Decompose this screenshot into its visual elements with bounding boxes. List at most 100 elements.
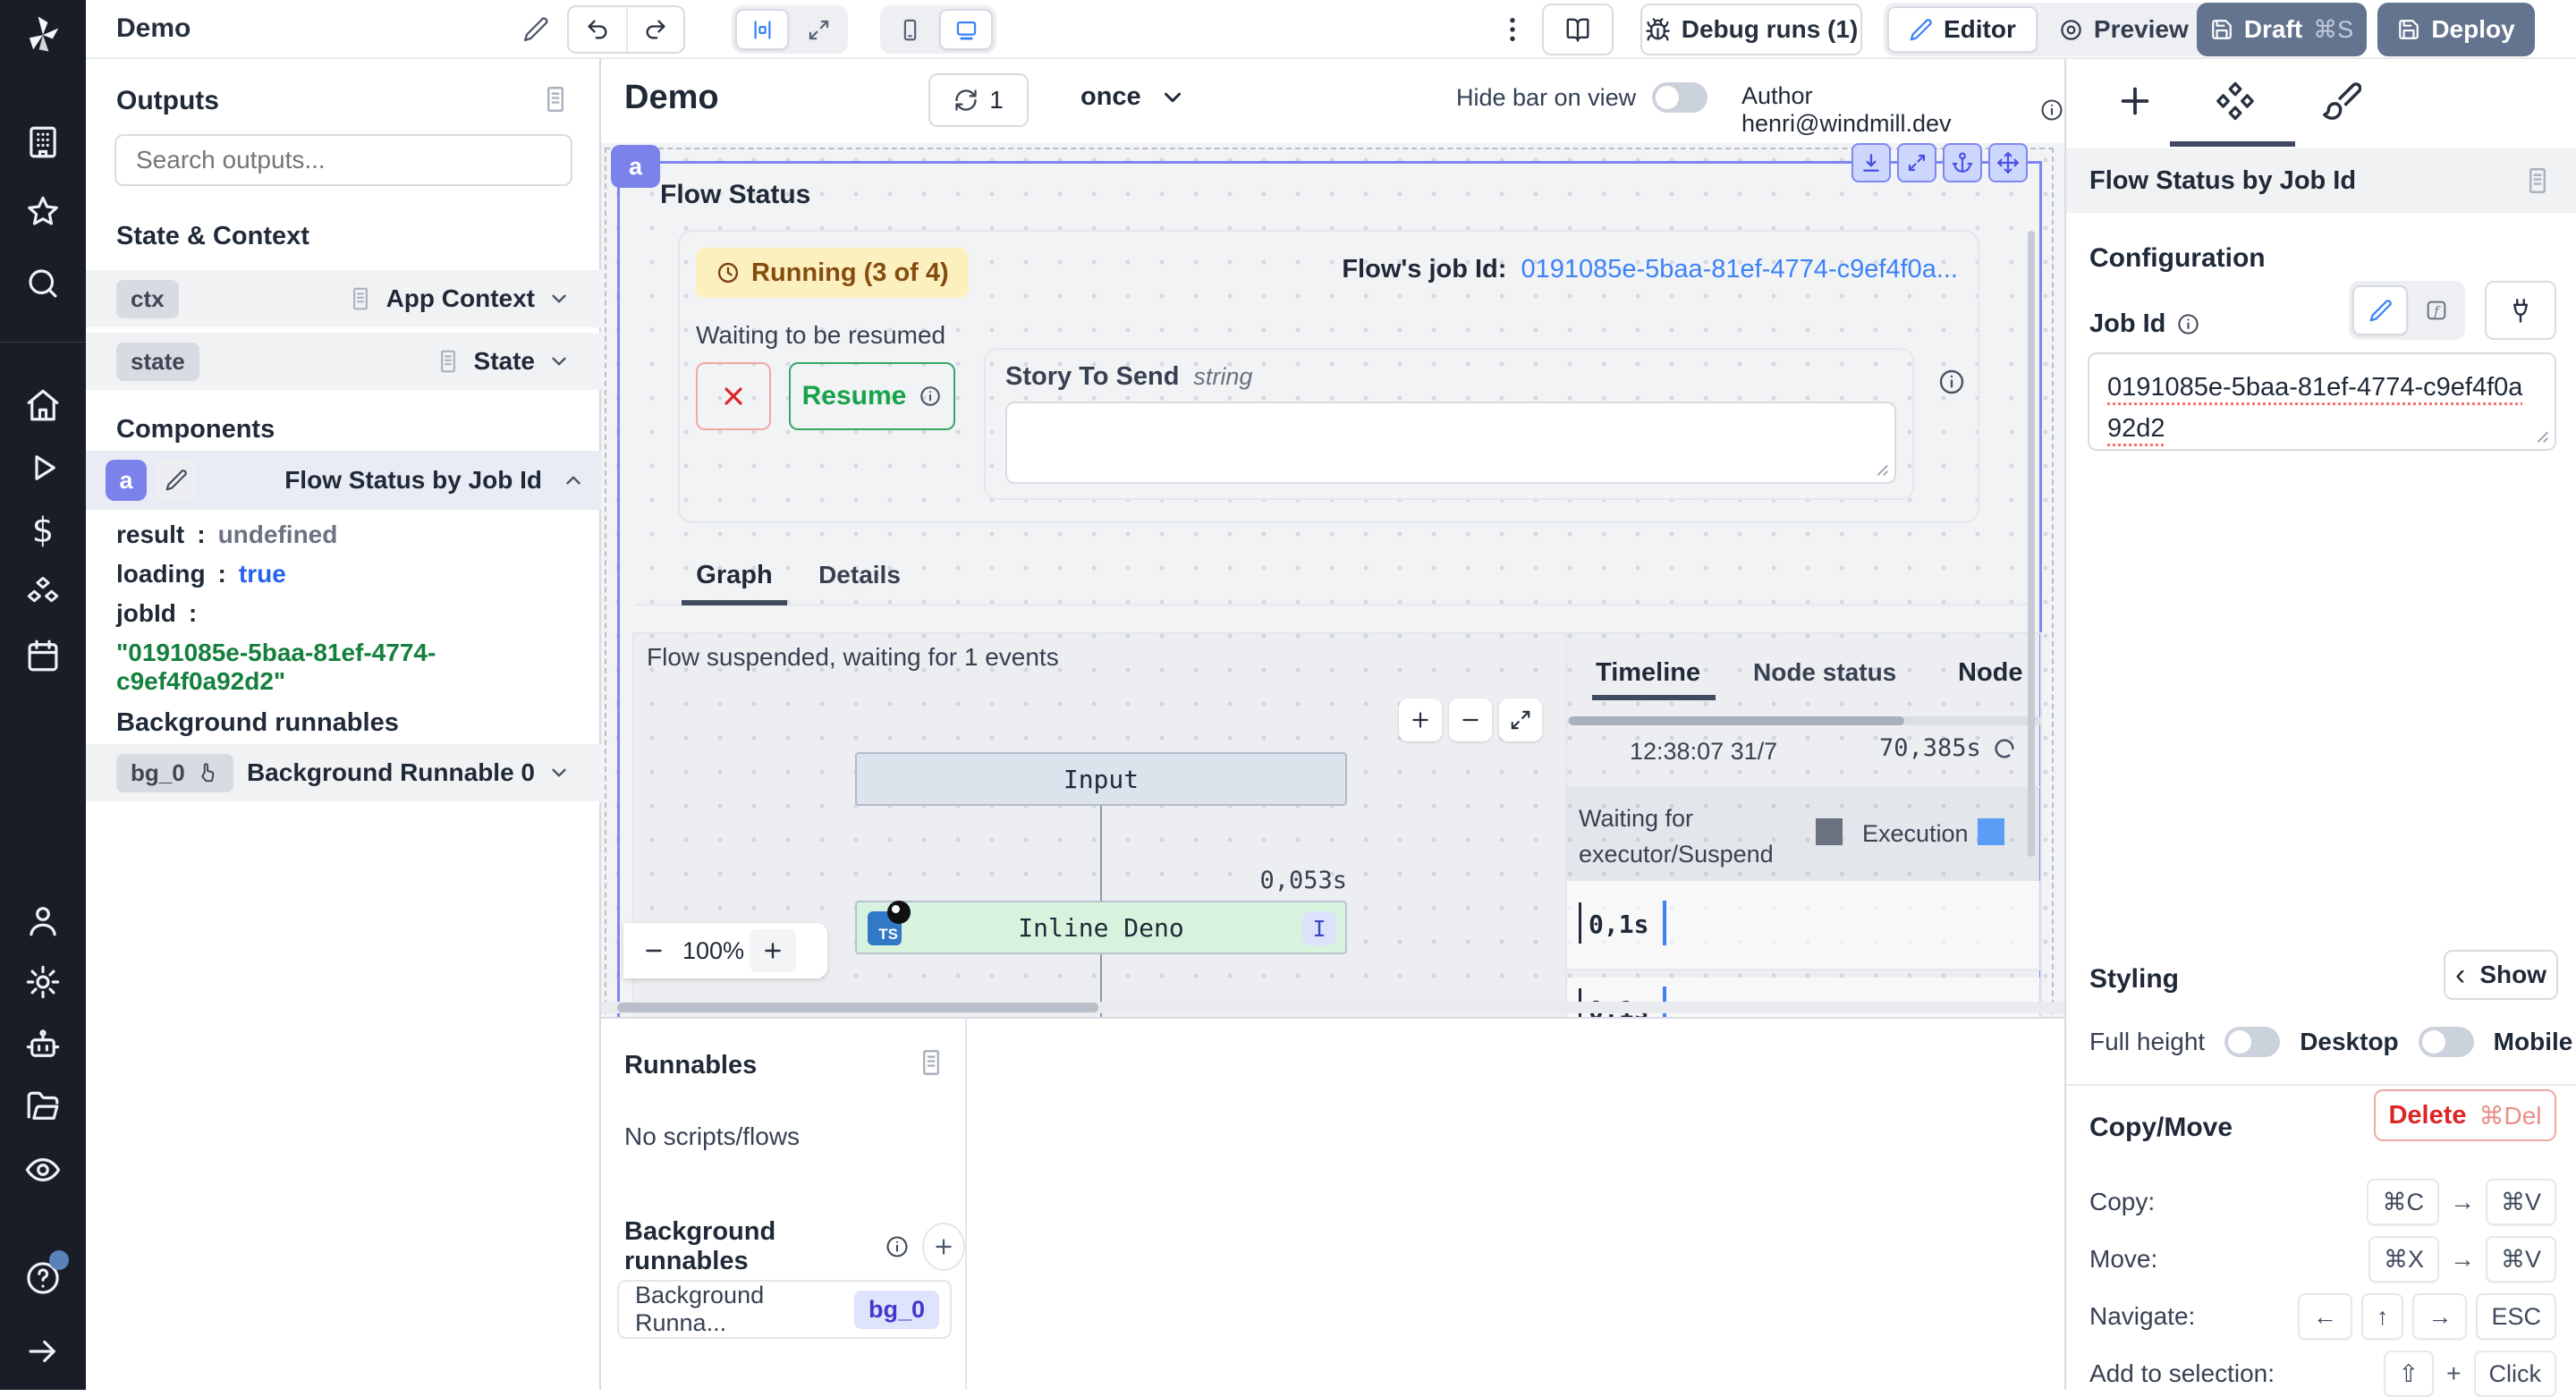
windmill-logo[interactable] (20, 11, 66, 57)
expand-component-icon[interactable] (1897, 143, 1936, 182)
zoom-in-icon[interactable] (750, 929, 796, 972)
tab-preview[interactable]: Preview (2041, 6, 2207, 53)
insert-component-tab[interactable] (2114, 80, 2156, 122)
outputs-doc-icon[interactable] (540, 84, 571, 114)
workers-robot-icon[interactable] (24, 1026, 62, 1063)
folders-icon[interactable] (24, 1088, 62, 1126)
flow-status-component[interactable]: Flow Status Running (3 of 4) Flow's job … (617, 161, 2042, 1017)
bg0-row[interactable]: bg_0 Background Runnable 0 (86, 744, 601, 801)
expand-down-icon[interactable] (1852, 143, 1891, 182)
resources-boxes-icon[interactable] (24, 574, 62, 612)
docs-book-button[interactable] (1542, 4, 1614, 55)
jobid-value[interactable]: "0191085e-5baa-81ef-4774-c9ef4f0a92d2" (116, 639, 599, 696)
undo-button[interactable] (569, 7, 628, 52)
chevron-down-icon[interactable] (547, 287, 571, 310)
refresh-count-button[interactable]: 1 (928, 73, 1029, 127)
info-icon[interactable] (2039, 97, 2064, 123)
component-tag[interactable]: a (611, 145, 660, 188)
component-a-header-row[interactable]: a Flow Status by Job Id (86, 451, 601, 510)
chevron-down-icon[interactable] (547, 350, 571, 373)
desktop-toggle[interactable] (2419, 1027, 2474, 1057)
search-icon[interactable] (24, 265, 62, 302)
output-row-result[interactable]: result : undefined (116, 521, 337, 549)
app-title: Demo (116, 13, 191, 44)
settings-gear-icon[interactable] (24, 963, 62, 1001)
chevron-up-icon[interactable] (562, 469, 585, 492)
eval-mode-fx-button[interactable]: f (2411, 285, 2462, 335)
state-row[interactable]: state State (86, 333, 601, 390)
output-row-jobid[interactable]: jobId : (116, 599, 197, 628)
mobile-view-button[interactable] (884, 9, 936, 50)
flow-job-id-link[interactable]: 0191085e-5baa-81ef-4774-c9ef4f0a... (1521, 255, 1958, 284)
anchor-icon[interactable] (1943, 143, 1982, 182)
state-doc-icon[interactable] (435, 348, 462, 375)
story-textarea[interactable] (1005, 402, 1896, 484)
connect-plug-button[interactable] (2485, 281, 2556, 340)
zoom-out-icon[interactable] (631, 929, 677, 972)
canvas-hscrollbar-thumb[interactable] (617, 1003, 1098, 1012)
tab-details[interactable]: Details (809, 561, 910, 589)
resume-button[interactable]: Resume (789, 362, 955, 430)
fullscreen-icon[interactable] (1499, 698, 1542, 741)
zoom-out-icon[interactable] (1449, 698, 1492, 741)
tab-graph[interactable]: Graph (682, 561, 787, 590)
debug-runs-button[interactable]: Debug runs (1) (1640, 4, 1862, 55)
full-width-button[interactable] (792, 9, 844, 50)
more-menu-dots-icon[interactable] (1496, 13, 1530, 47)
timeline-hscrollbar-thumb[interactable] (1569, 716, 1904, 725)
static-mode-pencil-button[interactable] (2352, 285, 2408, 335)
full-height-toggle[interactable] (2224, 1027, 2280, 1057)
search-outputs-input[interactable] (114, 134, 572, 186)
bg-runnable-item[interactable]: Background Runna... bg_0 (617, 1280, 952, 1339)
info-icon[interactable] (1937, 368, 1966, 396)
chevron-down-icon[interactable] (547, 761, 571, 784)
panel-doc-icon[interactable] (2522, 165, 2553, 196)
favorites-star-icon[interactable] (24, 193, 62, 231)
delete-button[interactable]: Delete ⌘Del (2374, 1089, 2556, 1141)
component-scrollbar-thumb[interactable] (2028, 231, 2035, 857)
move-icon[interactable] (1988, 143, 2028, 182)
component-edit-pencil-icon[interactable] (156, 460, 197, 501)
zoom-in-icon[interactable] (1399, 698, 1442, 741)
styling-show-button[interactable]: ‹ Show (2444, 950, 2558, 1000)
tab-editor[interactable]: Editor (1887, 6, 2038, 53)
edit-title-pencil-icon[interactable] (522, 16, 549, 43)
deploy-button[interactable]: Deploy (2377, 3, 2535, 56)
collapse-arrow-icon[interactable] (24, 1333, 62, 1370)
schedules-calendar-icon[interactable] (24, 637, 62, 674)
schedule-mode-dropdown[interactable]: once (1080, 82, 1186, 112)
runnables-doc-icon[interactable] (916, 1047, 946, 1078)
help-icon[interactable] (24, 1259, 62, 1297)
draft-button[interactable]: Draft ⌘S (2197, 3, 2367, 56)
resize-handle-icon[interactable] (2531, 426, 2551, 445)
output-row-loading[interactable]: loading : true (116, 560, 286, 588)
resize-handle-icon[interactable] (1871, 459, 1891, 478)
audit-eye-icon[interactable] (24, 1151, 62, 1189)
users-icon[interactable] (24, 902, 62, 939)
variables-dollar-icon[interactable]: $ (24, 512, 62, 549)
timeline-row-1[interactable]: 0,1s (1567, 881, 2040, 970)
info-icon[interactable] (2176, 312, 2200, 336)
copy-move-title: Copy/Move (2089, 1113, 2233, 1143)
hide-bar-toggle[interactable] (1652, 82, 1707, 113)
workspace-icon[interactable] (24, 123, 62, 161)
canvas[interactable]: Flow Status Running (3 of 4) Flow's job … (601, 143, 2064, 1017)
tab-timeline[interactable]: Timeline (1596, 658, 1700, 688)
flow-node-input[interactable]: Input (855, 752, 1347, 806)
home-icon[interactable] (24, 386, 62, 424)
runs-play-icon[interactable] (24, 449, 62, 487)
tab-node-status[interactable]: Node status (1753, 658, 1896, 687)
desktop-view-button[interactable] (939, 9, 993, 50)
cancel-button[interactable] (696, 362, 771, 430)
info-icon[interactable] (885, 1234, 910, 1259)
flow-node-inline-deno[interactable]: TS Inline Deno I (855, 901, 1347, 954)
add-bg-runnable-button[interactable] (922, 1223, 965, 1271)
component-settings-tab[interactable] (2215, 80, 2256, 122)
styling-brush-tab[interactable] (2320, 80, 2361, 122)
centered-layout-button[interactable] (735, 9, 789, 50)
ctx-doc-icon[interactable] (347, 285, 374, 312)
ctx-row[interactable]: ctx App Context (86, 270, 601, 327)
redo-button[interactable] (628, 7, 683, 52)
job-id-textarea[interactable]: 0191085e-5baa-81ef-4774-c9ef4f0a92d2 (2088, 352, 2556, 451)
tab-node-clipped[interactable]: Node (1958, 658, 2023, 688)
